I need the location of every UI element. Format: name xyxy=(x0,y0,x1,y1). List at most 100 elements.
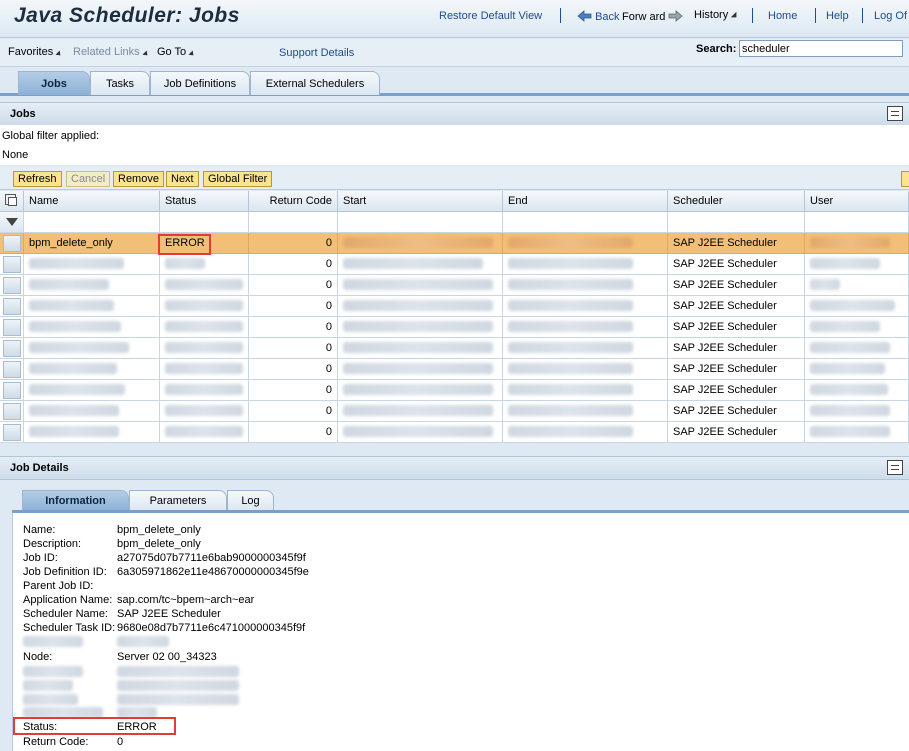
row-selector[interactable] xyxy=(0,254,24,275)
table-row[interactable]: 0 SAP J2EE Scheduler xyxy=(0,401,909,422)
history-label: History xyxy=(694,9,729,21)
page-header: Java Scheduler: Jobs Restore Default Vie… xyxy=(0,0,909,38)
go-to-menu[interactable]: Go To xyxy=(157,46,196,58)
table-row[interactable]: 0 SAP J2EE Scheduler xyxy=(0,359,909,380)
cell-user xyxy=(805,380,909,401)
redacted-label xyxy=(23,666,83,677)
remove-button[interactable]: Remove xyxy=(113,171,164,187)
column-header-user[interactable]: User xyxy=(805,191,909,212)
row-selector-button[interactable] xyxy=(3,235,21,252)
table-row[interactable]: 0 SAP J2EE Scheduler xyxy=(0,317,909,338)
forward-link[interactable]: Forw ard xyxy=(622,10,684,23)
redacted-value xyxy=(343,279,493,290)
cell-end xyxy=(503,401,668,422)
tab-job-definitions[interactable]: Job Definitions xyxy=(150,71,250,95)
main-tab-strip: Jobs Tasks Job Definitions External Sche… xyxy=(0,68,909,96)
row-selector-button[interactable] xyxy=(3,277,21,294)
table-row[interactable]: 0 SAP J2EE Scheduler xyxy=(0,275,909,296)
cell-start xyxy=(338,359,503,380)
restore-default-view-link[interactable]: Restore Default View xyxy=(439,10,542,22)
back-link[interactable]: Back xyxy=(577,10,620,23)
tab-jobs[interactable]: Jobs xyxy=(18,71,90,95)
tab-tasks[interactable]: Tasks xyxy=(90,71,150,95)
panel-menu-icon[interactable] xyxy=(887,460,903,475)
log-off-link[interactable]: Log Of xyxy=(874,10,907,22)
filter-name-input[interactable] xyxy=(24,212,160,233)
column-header-scheduler[interactable]: Scheduler xyxy=(668,191,805,212)
redacted-label xyxy=(23,694,78,705)
panel-menu-icon[interactable] xyxy=(887,106,903,121)
row-selector-button[interactable] xyxy=(3,256,21,273)
search-input[interactable] xyxy=(739,40,903,57)
filter-scheduler-input[interactable] xyxy=(668,212,805,233)
table-row[interactable]: 0 SAP J2EE Scheduler xyxy=(0,254,909,275)
filter-start-input[interactable] xyxy=(338,212,503,233)
global-filter-button[interactable]: Global Filter xyxy=(203,171,273,187)
row-selector[interactable] xyxy=(0,317,24,338)
tab-information[interactable]: Information xyxy=(22,490,129,511)
filter-status-input[interactable] xyxy=(160,212,249,233)
row-selector-button[interactable] xyxy=(3,361,21,378)
table-row[interactable]: bpm_delete_only ERROR 0 SAP J2EE Scheduler xyxy=(0,233,909,254)
column-header-end[interactable]: End xyxy=(503,191,668,212)
cell-status xyxy=(160,254,249,275)
redacted-value xyxy=(343,426,493,437)
filter-end-input[interactable] xyxy=(503,212,668,233)
column-header-return-code[interactable]: Return Code xyxy=(249,191,338,212)
detail-value: SAP J2EE Scheduler xyxy=(117,608,221,620)
row-selector[interactable] xyxy=(0,380,24,401)
cell-name: bpm_delete_only xyxy=(24,233,160,254)
row-selector[interactable] xyxy=(0,338,24,359)
row-selector[interactable] xyxy=(0,233,24,254)
detail-label: Description: xyxy=(23,538,82,550)
tab-parameters[interactable]: Parameters xyxy=(129,490,227,511)
row-selector-button[interactable] xyxy=(3,382,21,399)
support-details-link[interactable]: Support Details xyxy=(279,47,354,59)
row-selector[interactable] xyxy=(0,296,24,317)
home-link[interactable]: Home xyxy=(768,10,797,22)
cell-scheduler-text: SAP J2EE Scheduler xyxy=(673,405,777,417)
history-menu[interactable]: History xyxy=(694,9,740,21)
history-dropdown-icon xyxy=(730,11,740,21)
row-selector[interactable] xyxy=(0,422,24,443)
cell-scheduler-text: SAP J2EE Scheduler xyxy=(673,258,777,270)
filter-return-code-input[interactable] xyxy=(249,212,338,233)
row-selector-button[interactable] xyxy=(3,340,21,357)
cell-status xyxy=(160,359,249,380)
column-header-start[interactable]: Start xyxy=(338,191,503,212)
table-row[interactable]: 0 SAP J2EE Scheduler xyxy=(0,296,909,317)
refresh-button[interactable]: Refresh xyxy=(13,171,62,187)
row-selector-button[interactable] xyxy=(3,298,21,315)
table-row[interactable]: 0 SAP J2EE Scheduler xyxy=(0,422,909,443)
row-selector[interactable] xyxy=(0,401,24,422)
row-selector-button[interactable] xyxy=(3,424,21,441)
next-button[interactable]: Next xyxy=(166,171,199,187)
redacted-value xyxy=(343,258,483,269)
tab-external-schedulers[interactable]: External Schedulers xyxy=(250,71,380,95)
cell-status xyxy=(160,422,249,443)
row-selector[interactable] xyxy=(0,275,24,296)
redacted-value xyxy=(810,237,890,248)
filter-user-input[interactable] xyxy=(805,212,909,233)
header-separator xyxy=(815,8,816,23)
toolbar-overflow-icon[interactable] xyxy=(901,171,909,187)
redacted-value xyxy=(29,426,119,437)
filter-toggle-cell[interactable] xyxy=(0,212,24,233)
row-selector-button[interactable] xyxy=(3,319,21,336)
favorites-menu[interactable]: Favorites xyxy=(8,46,63,58)
help-link[interactable]: Help xyxy=(826,10,849,22)
column-header-status[interactable]: Status xyxy=(160,191,249,212)
detail-value-node: Server 02 00_34323 xyxy=(117,651,217,663)
row-selector[interactable] xyxy=(0,359,24,380)
table-row[interactable]: 0 SAP J2EE Scheduler xyxy=(0,338,909,359)
cell-end xyxy=(503,317,668,338)
row-selector-button[interactable] xyxy=(3,403,21,420)
cell-end xyxy=(503,422,668,443)
table-row[interactable]: 0 SAP J2EE Scheduler xyxy=(0,380,909,401)
cell-return-code: 0 xyxy=(249,338,338,359)
redacted-value xyxy=(165,279,243,290)
job-details-panel-header: Job Details xyxy=(0,456,909,480)
column-header-name[interactable]: Name xyxy=(24,191,160,212)
tab-log[interactable]: Log xyxy=(227,490,274,511)
select-all-cell[interactable] xyxy=(0,191,24,212)
